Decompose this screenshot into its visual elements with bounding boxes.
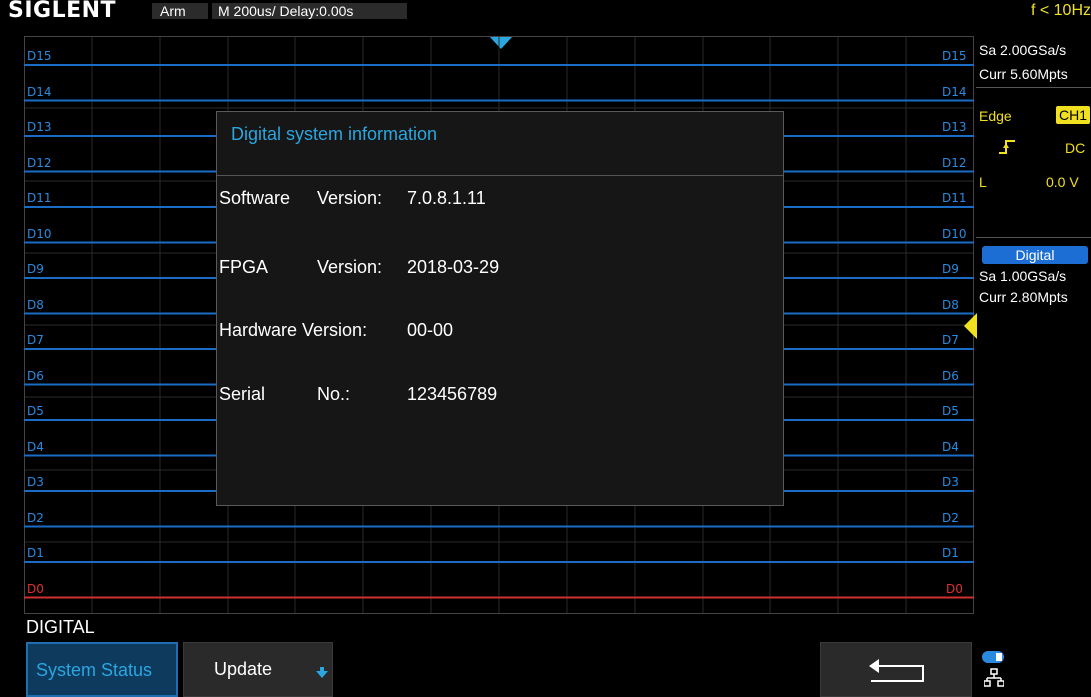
right-info-panel: Sa 2.00GSa/s Curr 5.60Mpts Edge CH1 DC L… bbox=[976, 22, 1091, 612]
network-icon bbox=[984, 668, 1004, 687]
arrow-down-icon bbox=[316, 667, 328, 678]
acquisition-status[interactable]: Arm bbox=[152, 3, 208, 19]
channel-label-right: D13 bbox=[942, 120, 967, 134]
menu-title: DIGITAL bbox=[26, 617, 95, 637]
rising-edge-icon bbox=[999, 140, 1015, 154]
digital-badge[interactable]: Digital bbox=[982, 246, 1088, 264]
channel-label-left: D1 bbox=[27, 546, 44, 560]
dialog-title: Digital system information bbox=[231, 124, 438, 144]
trigger-level-label: L bbox=[979, 174, 987, 190]
channel-label-right: D6 bbox=[942, 368, 959, 383]
trigger-coupling: DC bbox=[1065, 140, 1086, 156]
digital-system-info-dialog: Digital system information Software Vers… bbox=[216, 111, 784, 506]
channel-label-left: D12 bbox=[27, 155, 52, 170]
brand-logo: SIGLENT bbox=[8, 0, 117, 23]
channel-label-left: D5 bbox=[27, 404, 44, 418]
row-value: 2018-03-29 bbox=[407, 257, 500, 277]
channel-label-left: D10 bbox=[27, 226, 52, 241]
channel-label-left: D0 bbox=[27, 581, 44, 596]
divider bbox=[217, 175, 783, 176]
channel-label-right: D0 bbox=[946, 581, 963, 596]
channel-label-right: D7 bbox=[942, 333, 959, 347]
channel-label-left: D8 bbox=[27, 297, 44, 312]
channel-label-right: D12 bbox=[942, 155, 967, 170]
channel-label-left: D7 bbox=[27, 333, 44, 347]
toggle-icon bbox=[982, 651, 1004, 663]
row-value: 7.0.8.1.11 bbox=[407, 188, 486, 208]
update-button[interactable]: Update bbox=[183, 642, 333, 697]
channel-label-right: D14 bbox=[942, 84, 967, 99]
back-button[interactable] bbox=[820, 642, 972, 697]
row-value: 123456789 bbox=[407, 384, 498, 404]
channel-label-left: D14 bbox=[27, 84, 52, 99]
row-label: FPGA bbox=[219, 257, 269, 277]
channel-label-left: D3 bbox=[27, 475, 44, 489]
channel-label-right: D11 bbox=[942, 191, 967, 205]
row-label: Software bbox=[219, 188, 291, 208]
digital-sample-rate: Sa 1.00GSa/s bbox=[979, 268, 1067, 284]
trigger-source-badge[interactable]: CH1 bbox=[1056, 106, 1090, 124]
channel-label-right: D10 bbox=[942, 226, 967, 241]
divider bbox=[976, 87, 1091, 88]
channel-label-left: D13 bbox=[27, 120, 52, 134]
channel-label-right: D8 bbox=[942, 297, 959, 312]
channel-label-left: D4 bbox=[27, 439, 44, 454]
trigger-type: Edge bbox=[979, 108, 1012, 124]
row-label: Serial bbox=[219, 384, 266, 404]
channel-label-right: D5 bbox=[942, 404, 959, 418]
row-value: 00-00 bbox=[407, 320, 454, 340]
digital-memory-depth: Curr 2.80Mpts bbox=[979, 289, 1068, 305]
top-status-bar: SIGLENT Arm M 200us/ Delay:0.00s f < 10H… bbox=[0, 0, 1091, 23]
channel-label-right: D9 bbox=[942, 262, 959, 276]
sample-rate: Sa 2.00GSa/s bbox=[979, 42, 1067, 58]
row-label: Hardware Version: bbox=[219, 320, 368, 340]
row-key: Version: bbox=[317, 188, 383, 208]
channel-label-left: D9 bbox=[27, 262, 44, 276]
channel-label-right: D2 bbox=[942, 510, 959, 525]
button-label: Update bbox=[214, 659, 273, 679]
row-key: Version: bbox=[317, 257, 383, 277]
button-label: System Status bbox=[36, 660, 153, 680]
trigger-level-value: 0.0 V bbox=[1046, 174, 1079, 190]
return-arrow-icon bbox=[869, 659, 924, 682]
channel-label-right: D15 bbox=[942, 49, 967, 63]
status-icons bbox=[982, 650, 1042, 695]
channel-label-right: D3 bbox=[942, 475, 959, 489]
channel-label-left: D6 bbox=[27, 368, 44, 383]
channel-label-right: D1 bbox=[942, 546, 959, 560]
system-status-button[interactable]: System Status bbox=[26, 642, 178, 697]
channel-label-right: D4 bbox=[942, 439, 959, 454]
timebase-readout[interactable]: M 200us/ Delay:0.00s bbox=[212, 3, 407, 19]
frequency-counter: f < 10Hz bbox=[1030, 2, 1091, 19]
channel-label-left: D2 bbox=[27, 510, 44, 525]
row-key: No.: bbox=[317, 384, 351, 404]
memory-depth: Curr 5.60Mpts bbox=[979, 66, 1068, 82]
divider bbox=[976, 237, 1091, 238]
channel-label-left: D11 bbox=[27, 191, 52, 205]
channel-label-left: D15 bbox=[27, 49, 52, 63]
